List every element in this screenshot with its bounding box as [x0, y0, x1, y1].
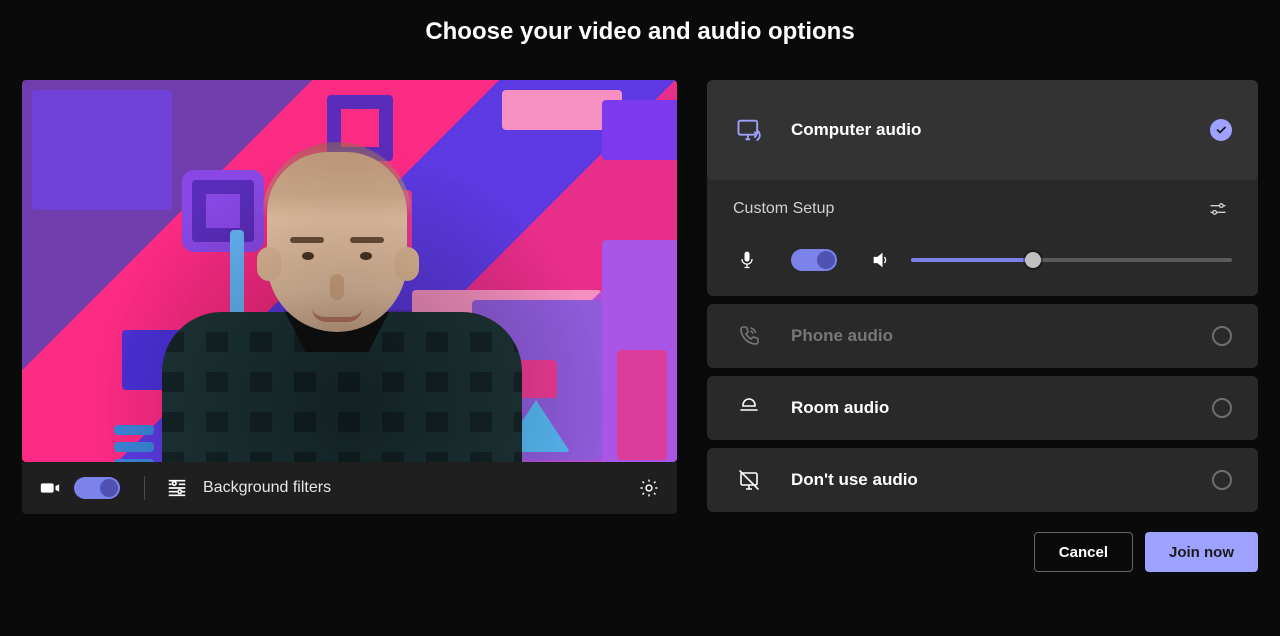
audio-option-label: Don't use audio: [791, 470, 1212, 490]
radio-unchecked-icon: [1212, 470, 1232, 490]
footer: Cancel Join now: [0, 514, 1280, 572]
join-now-button[interactable]: Join now: [1145, 532, 1258, 572]
volume-slider-thumb[interactable]: [1025, 252, 1041, 268]
audio-option-none[interactable]: Don't use audio: [707, 448, 1258, 512]
computer-audio-card: Computer audio Custom Setup: [707, 80, 1258, 296]
audio-option-label: Phone audio: [791, 326, 1212, 346]
microphone-icon: [733, 246, 761, 274]
background-filters-label: Background filters: [203, 479, 331, 497]
video-settings-button[interactable]: [635, 474, 663, 502]
radio-unchecked-icon: [1212, 326, 1232, 346]
no-audio-icon: [733, 464, 765, 496]
custom-setup-label: Custom Setup: [733, 200, 834, 218]
audio-option-label: Computer audio: [791, 120, 1210, 140]
microphone-toggle[interactable]: [791, 249, 837, 271]
radio-unchecked-icon: [1212, 398, 1232, 418]
phone-audio-icon: [733, 320, 765, 352]
video-panel: Background filters: [22, 80, 677, 514]
page-title: Choose your video and audio options: [0, 18, 1280, 46]
video-preview: [22, 80, 677, 462]
volume-slider[interactable]: [911, 258, 1232, 262]
volume-slider-fill: [911, 258, 1033, 262]
audio-device-settings-button[interactable]: [1204, 195, 1232, 223]
audio-custom-setup: Custom Setup: [707, 180, 1258, 296]
camera-icon: [36, 474, 64, 502]
audio-option-label: Room audio: [791, 398, 1212, 418]
audio-option-room[interactable]: Room audio: [707, 376, 1258, 440]
audio-option-phone: Phone audio: [707, 304, 1258, 368]
background-filters-button[interactable]: Background filters: [163, 474, 635, 502]
filters-icon: [163, 474, 191, 502]
computer-audio-icon: [733, 114, 765, 146]
selected-check-icon: [1210, 119, 1232, 141]
room-audio-icon: [733, 392, 765, 424]
audio-option-computer[interactable]: Computer audio: [707, 80, 1258, 180]
speaker-icon: [867, 246, 895, 274]
camera-toggle[interactable]: [74, 477, 120, 499]
user-video-avatar: [162, 142, 522, 462]
main-content: Background filters: [0, 46, 1280, 514]
audio-panel: Computer audio Custom Setup: [707, 80, 1258, 514]
cancel-button[interactable]: Cancel: [1034, 532, 1133, 572]
video-controls-bar: Background filters: [22, 462, 677, 514]
